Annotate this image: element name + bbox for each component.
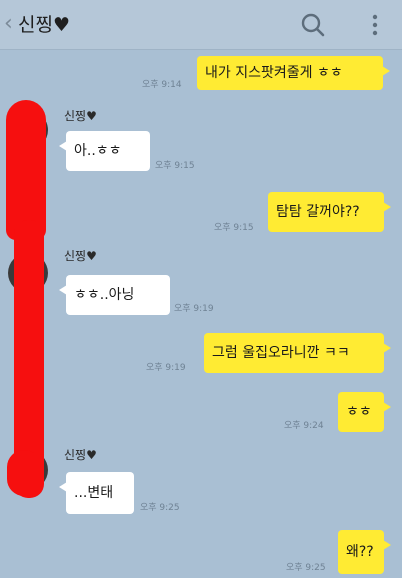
message-text: 왜??: [346, 544, 374, 560]
message-bubble-mine[interactable]: ㅎㅎ: [338, 392, 391, 432]
message-time: 오후 9:15: [155, 161, 195, 171]
message-bubble-theirs[interactable]: ...변태: [59, 472, 134, 514]
message-text: 탐탐 갈꺼야??: [276, 204, 360, 220]
message-time: 오후 9:19: [174, 304, 214, 314]
chat-title-text: 신찡: [18, 14, 53, 36]
message-bubble-theirs[interactable]: 아..ㅎㅎ: [59, 131, 150, 171]
message-time: 오후 9:14: [142, 80, 182, 90]
sender-name: 신찡♥: [64, 448, 97, 462]
back-button[interactable]: ‹: [4, 12, 18, 36]
message-time: 오후 9:25: [286, 563, 326, 573]
message-time: 오후 9:24: [284, 421, 324, 431]
chevron-left-icon: ‹: [4, 11, 13, 36]
chat-header: ‹ 신찡♥: [0, 0, 402, 50]
bubble-tail: [383, 202, 391, 212]
message-bubble-theirs[interactable]: ㅎㅎ..아닝: [59, 275, 170, 315]
message-time: 오후 9:25: [140, 503, 180, 513]
more-vertical-icon: [372, 14, 378, 36]
bubble-tail: [382, 66, 390, 76]
redaction-mark: [6, 100, 46, 240]
message-bubble-mine[interactable]: 탐탐 갈꺼야??: [268, 192, 391, 232]
message-text: ㅎㅎ: [346, 404, 372, 420]
sender-name: 신찡♥: [64, 109, 97, 123]
sender-name: 신찡♥: [64, 249, 97, 263]
message-text: 그럼 울집오라니깐 ㅋㅋ: [212, 345, 350, 361]
bubble-tail: [59, 141, 67, 151]
message-text: 아..ㅎㅎ: [74, 143, 122, 159]
redaction-mark: [7, 450, 41, 496]
bubble-tail: [383, 343, 391, 353]
more-menu-button[interactable]: [360, 10, 390, 40]
message-text: ㅎㅎ..아닝: [74, 287, 135, 303]
message-time: 오후 9:15: [214, 223, 254, 233]
message-bubble-mine[interactable]: 내가 지스팟켜줄게 ㅎㅎ: [197, 56, 390, 90]
chat-title: 신찡♥: [18, 12, 70, 38]
chat-screen: ‹ 신찡♥ 오후 9:14 내가 지스팟켜줄게 ㅎㅎ 신찡♥ 아..ㅎㅎ 오후 …: [0, 0, 402, 578]
message-text: 내가 지스팟켜줄게 ㅎㅎ: [205, 65, 343, 81]
message-text: ...변태: [74, 485, 114, 501]
bubble-tail: [59, 482, 67, 492]
search-icon: [301, 13, 325, 37]
heart-icon: ♥: [52, 14, 71, 36]
message-bubble-mine[interactable]: 그럼 울집오라니깐 ㅋㅋ: [204, 333, 391, 373]
bubble-tail: [383, 402, 391, 412]
search-button[interactable]: [298, 10, 328, 40]
bubble-tail: [383, 540, 391, 550]
bubble-tail: [59, 285, 67, 295]
message-time: 오후 9:19: [146, 363, 186, 373]
message-bubble-mine[interactable]: 왜??: [338, 530, 391, 574]
